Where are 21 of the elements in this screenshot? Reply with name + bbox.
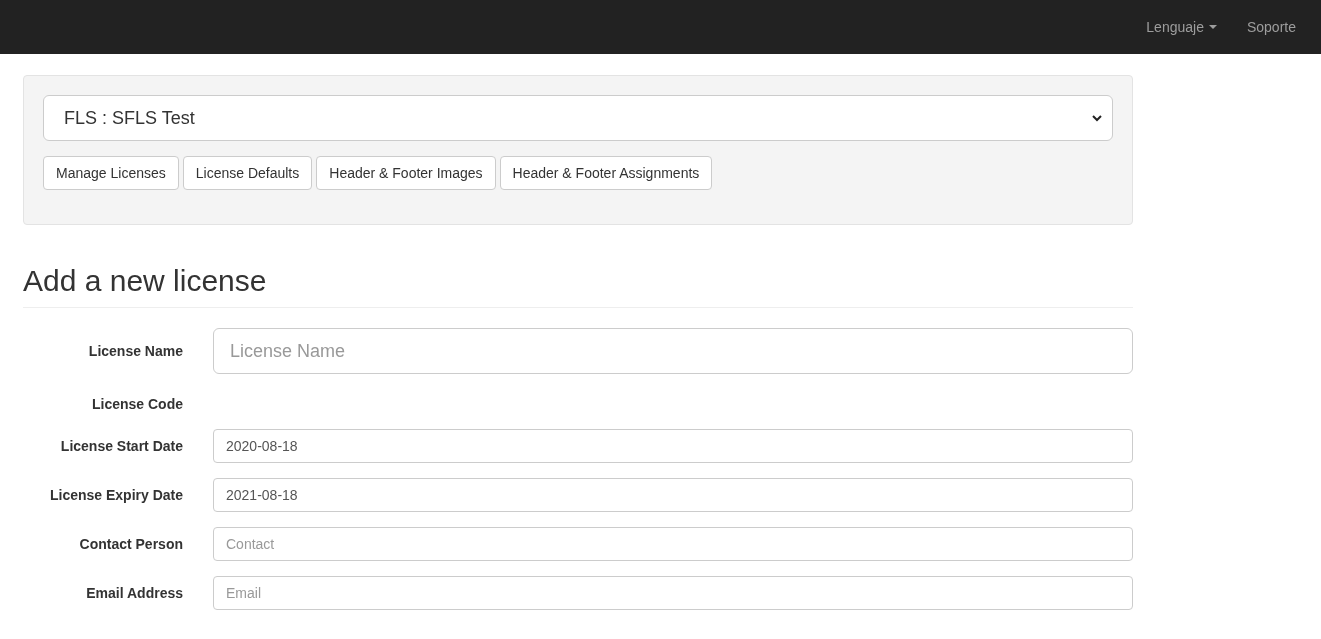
input-field[interactable]: 2021-08-18 — [213, 478, 1133, 512]
select-field[interactable]: FLS : SFLS Test — [43, 95, 1113, 141]
input-field[interactable]: License Name — [213, 328, 1133, 374]
chevron-down-icon — [1092, 114, 1102, 122]
nav-link[interactable]: Soporte — [1231, 16, 1311, 38]
field-label: License Name — [87, 341, 183, 361]
field-label: License Start Date — [59, 436, 183, 456]
field-label: License Expiry Date — [48, 485, 183, 505]
field-label: Email Address — [85, 583, 183, 603]
caret-icon — [1208, 25, 1217, 29]
input-field[interactable]: Contact — [213, 527, 1133, 561]
tab-button[interactable]: Header & Footer Assignments — [499, 156, 713, 190]
input-field[interactable]: Email — [213, 576, 1133, 610]
form-heading: Add a new license — [23, 263, 268, 299]
tab-button[interactable]: Header & Footer Images — [316, 156, 496, 190]
tab-button[interactable]: License Defaults — [182, 156, 313, 190]
input-field[interactable]: 2020-08-18 — [213, 429, 1133, 463]
tab-button[interactable]: Manage Licenses — [43, 156, 179, 190]
field-label: Contact Person — [78, 534, 183, 554]
field-label: License Code — [90, 394, 183, 414]
language-menu[interactable]: Lenguaje — [1131, 16, 1232, 38]
